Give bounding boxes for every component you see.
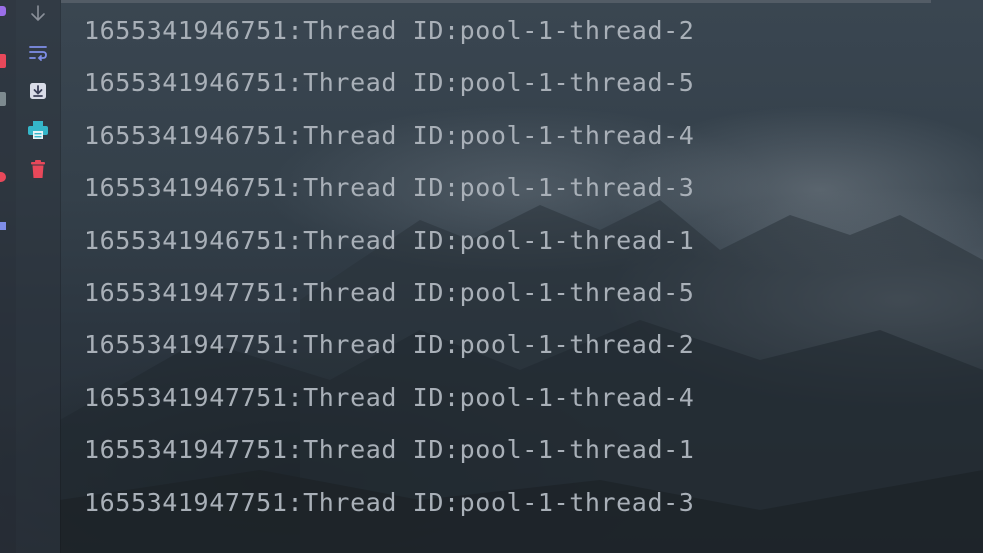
edge-marker-gray: [0, 92, 6, 106]
toolbar-divider: [60, 0, 61, 553]
import-icon: [30, 83, 46, 99]
console-line: 1655341946751:Thread ID:pool-1-thread-1: [84, 225, 695, 255]
edge-marker-red-arrow: [0, 172, 6, 182]
console-line: 1655341947751:Thread ID:pool-1-thread-2: [84, 330, 695, 360]
console-line: 1655341947751:Thread ID:pool-1-thread-1: [84, 435, 695, 465]
scroll-to-end-button[interactable]: [26, 2, 50, 26]
console-line: 1655341947751:Thread ID:pool-1-thread-5: [84, 277, 695, 307]
import-button[interactable]: [26, 79, 50, 103]
console-top-border: [61, 0, 931, 3]
print-icon: [28, 121, 48, 139]
arrow-down-icon: [31, 5, 45, 22]
soft-wrap-icon: [29, 46, 47, 61]
edge-marker-purple: [0, 6, 6, 16]
soft-wrap-button[interactable]: [26, 40, 50, 64]
console-output: 1655341946751:Thread ID:pool-1-thread-2 …: [84, 12, 694, 536]
console-line: 1655341946751:Thread ID:pool-1-thread-3: [84, 173, 695, 203]
edge-marker-blue: [0, 222, 6, 230]
console-line: 1655341947751:Thread ID:pool-1-thread-4: [84, 382, 695, 412]
left-gutter: [0, 0, 16, 553]
clear-all-button[interactable]: [26, 157, 50, 181]
trash-icon: [31, 160, 45, 178]
console-line: 1655341946751:Thread ID:pool-1-thread-5: [84, 68, 695, 98]
print-button[interactable]: [26, 118, 50, 142]
console-line: 1655341947751:Thread ID:pool-1-thread-3: [84, 487, 695, 517]
console-line: 1655341946751:Thread ID:pool-1-thread-4: [84, 120, 695, 150]
edge-marker-red: [0, 54, 6, 68]
console-line: 1655341946751:Thread ID:pool-1-thread-2: [84, 16, 695, 45]
